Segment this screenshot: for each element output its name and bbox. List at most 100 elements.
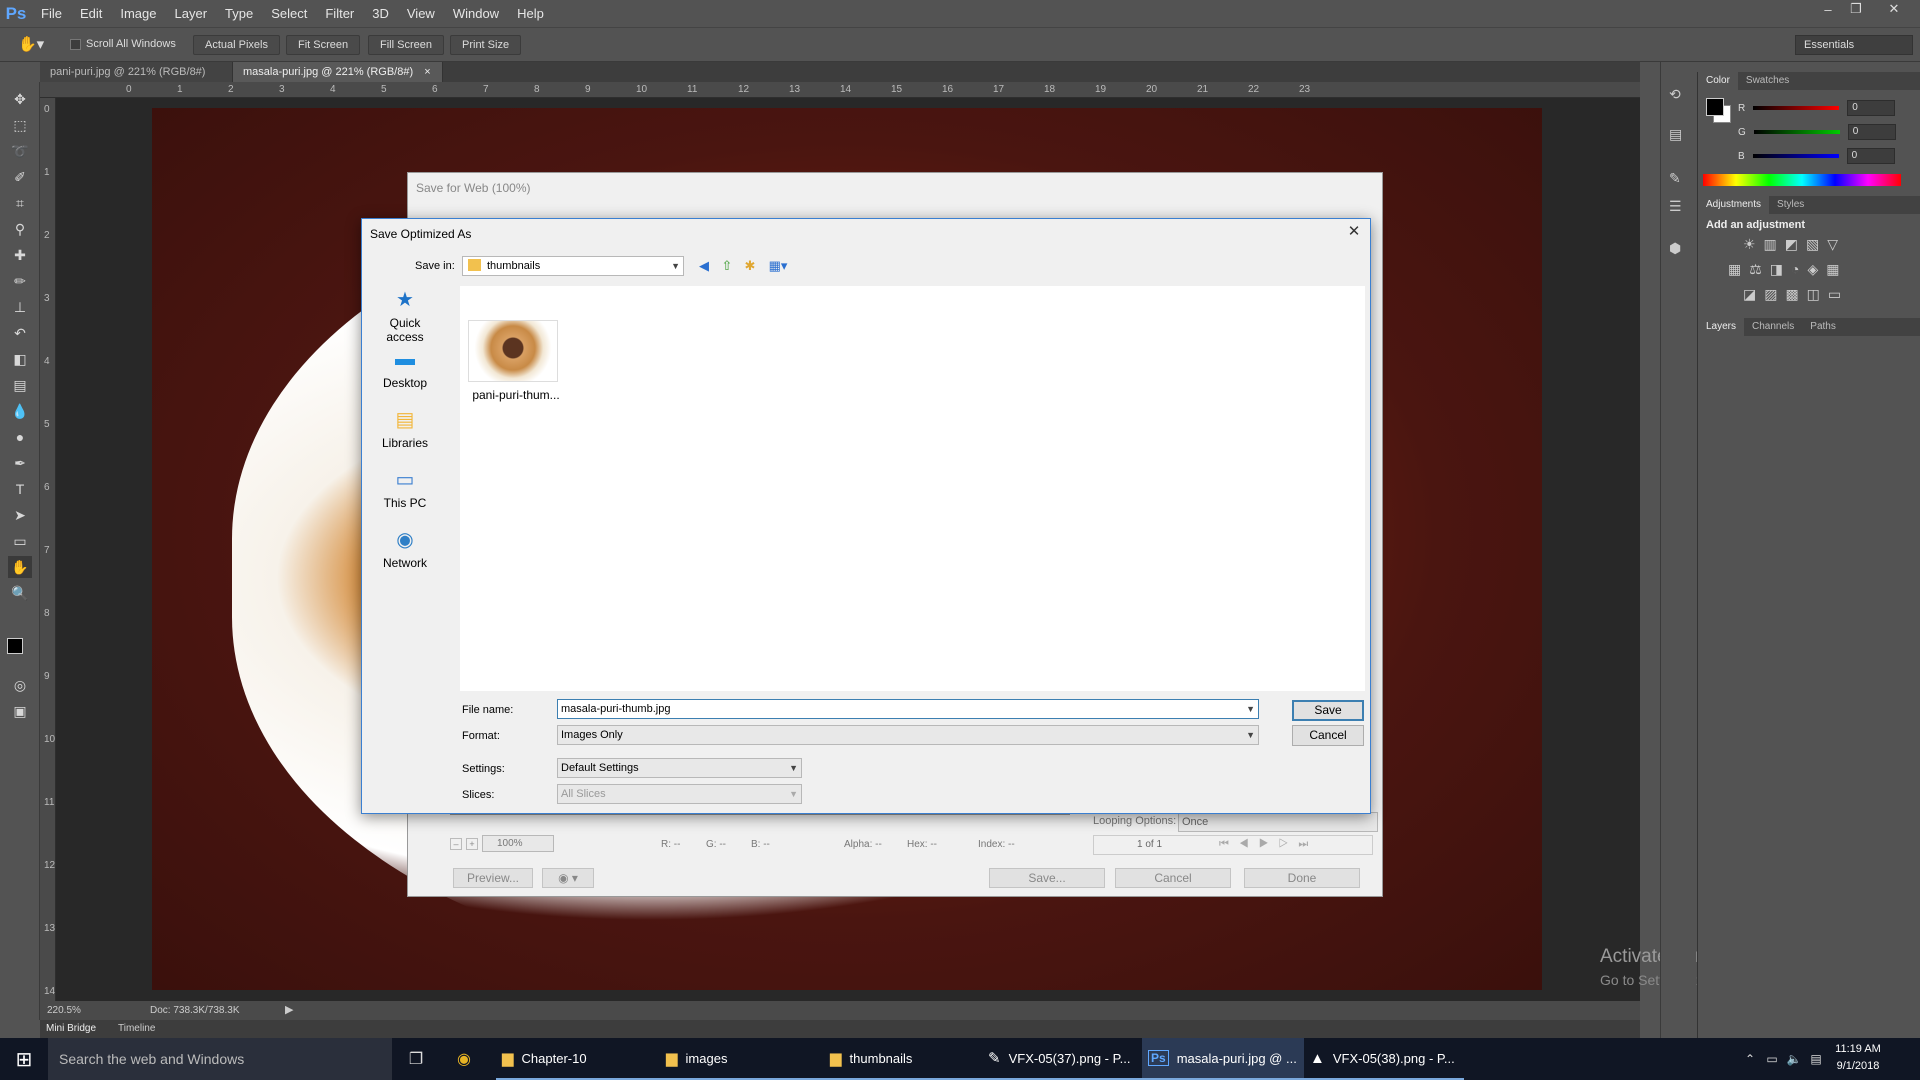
menu-image[interactable]: Image (111, 0, 165, 27)
taskbar-search-box[interactable]: Search the web and Windows (48, 1038, 392, 1080)
properties-panel-icon[interactable]: ▤ (1669, 126, 1682, 143)
zoom-tool-icon[interactable]: 🔍 (8, 582, 32, 604)
path-select-tool-icon[interactable]: ➤ (8, 504, 32, 526)
history-panel-icon[interactable]: ⟲ (1669, 86, 1681, 103)
tab-close-icon[interactable]: × (424, 66, 430, 78)
preview-button[interactable]: Preview... (453, 868, 533, 888)
green-slider[interactable] (1753, 130, 1840, 134)
chrome-icon[interactable]: ◉ (444, 1038, 484, 1080)
menu-window[interactable]: Window (444, 0, 508, 27)
menu-filter[interactable]: Filter (316, 0, 363, 27)
zoom-level-select[interactable]: 100% (482, 835, 554, 852)
history-brush-tool-icon[interactable]: ↶ (8, 322, 32, 344)
blue-slider[interactable] (1752, 154, 1839, 158)
taskbar-item-thumbnails[interactable]: ▆ thumbnails (824, 1038, 982, 1080)
browser-preview-button[interactable]: ◉ ▾ (542, 868, 594, 888)
tab-layers[interactable]: Layers (1698, 318, 1745, 336)
gradient-tool-icon[interactable]: ▤ (8, 374, 32, 396)
menu-layer[interactable]: Layer (166, 0, 217, 27)
taskbar-clock[interactable]: 11:19 AM 9/1/2018 (1828, 1041, 1888, 1075)
eyedropper-tool-icon[interactable]: ⚲ (8, 218, 32, 240)
move-tool-icon[interactable]: ✥ (8, 88, 32, 110)
place-this-pc[interactable]: ▭ This PC (370, 466, 440, 511)
file-item[interactable]: pani-puri-thum... (468, 320, 564, 402)
view-menu-icon[interactable]: ▦▾ (763, 257, 793, 275)
type-tool-icon[interactable]: T (8, 478, 32, 500)
place-quick-access[interactable]: ★ Quick access (370, 286, 440, 345)
taskbar-item-photoshop[interactable]: Ps masala-puri.jpg @ ... (1142, 1038, 1304, 1080)
notifications-icon[interactable]: ▤ (1806, 1038, 1826, 1080)
save-button[interactable]: Save (1292, 700, 1364, 721)
tab-swatches[interactable]: Swatches (1738, 72, 1797, 90)
restore-button[interactable]: ❐ (1842, 0, 1870, 18)
3d-panel-icon[interactable]: ⬢ (1669, 240, 1681, 257)
minimize-button[interactable]: – (1814, 0, 1842, 18)
format-select[interactable]: Images Only ▼ (557, 725, 1259, 745)
new-folder-icon[interactable]: ✱ (740, 257, 760, 275)
dialog-close-icon[interactable]: ✕ (1342, 222, 1366, 242)
menu-select[interactable]: Select (262, 0, 316, 27)
marquee-tool-icon[interactable]: ⬚ (8, 114, 32, 136)
brush-tool-icon[interactable]: ✏ (8, 270, 32, 292)
taskbar-item-images[interactable]: ▆ images (660, 1038, 824, 1080)
doc-size-readout[interactable]: Doc: 738.3K/738.3K (150, 1001, 240, 1020)
healing-brush-tool-icon[interactable]: ✚ (8, 244, 32, 266)
brush-panel-icon[interactable]: ✎ (1669, 170, 1681, 187)
green-value[interactable]: 0 (1847, 124, 1896, 140)
cancel-button[interactable]: Cancel (1292, 725, 1364, 746)
actual-pixels-button[interactable]: Actual Pixels (193, 35, 280, 55)
tab-channels[interactable]: Channels (1744, 318, 1802, 336)
screen-mode-icon[interactable]: ▣ (8, 700, 32, 722)
tab-adjustments[interactable]: Adjustments (1698, 196, 1770, 214)
settings-select[interactable]: Default Settings ▼ (557, 758, 802, 778)
print-size-button[interactable]: Print Size (450, 35, 522, 55)
shape-tool-icon[interactable]: ▭ (8, 530, 32, 552)
menu-type[interactable]: Type (216, 0, 262, 27)
eraser-tool-icon[interactable]: ◧ (8, 348, 32, 370)
sfw-save-button[interactable]: Save... (989, 868, 1105, 888)
red-value[interactable]: 0 (1847, 100, 1896, 116)
tab-styles[interactable]: Styles (1769, 196, 1812, 214)
status-arrow-icon[interactable]: ▶ (285, 1001, 293, 1020)
task-view-icon[interactable]: ❐ (396, 1038, 436, 1080)
crop-tool-icon[interactable]: ⌗ (8, 192, 32, 214)
fill-screen-button[interactable]: Fill Screen (368, 35, 444, 55)
foreground-color-swatch[interactable] (7, 638, 23, 654)
blue-value[interactable]: 0 (1846, 148, 1895, 164)
show-hidden-icons-icon[interactable]: ⌃ (1740, 1038, 1760, 1080)
menu-edit[interactable]: Edit (71, 0, 111, 27)
scroll-all-windows-checkbox[interactable] (70, 39, 81, 50)
dodge-tool-icon[interactable]: ● (8, 426, 32, 448)
red-slider[interactable] (1753, 106, 1840, 110)
menu-file[interactable]: File (32, 0, 71, 27)
workspace-select[interactable]: Essentials (1795, 35, 1913, 55)
fit-screen-button[interactable]: Fit Screen (286, 35, 361, 55)
doc-tab-pani-puri[interactable]: pani-puri.jpg @ 221% (RGB/8#) × (40, 62, 233, 98)
frame-nav-icons[interactable]: ⏮◀▶▷⏭ (1219, 838, 1318, 851)
menu-help[interactable]: Help (508, 0, 553, 27)
quick-select-tool-icon[interactable]: ✐ (8, 166, 32, 188)
tab-color[interactable]: Color (1698, 72, 1738, 90)
zoom-out-icon[interactable]: – (450, 838, 462, 850)
up-folder-icon[interactable]: ⇧ (717, 257, 737, 275)
network-status-icon[interactable]: ▭ (1762, 1038, 1782, 1080)
hand-tool-icon[interactable]: ✋ (8, 556, 32, 578)
zoom-in-icon[interactable]: + (466, 838, 478, 850)
tab-paths[interactable]: Paths (1802, 318, 1844, 336)
adjustment-icons-row-3[interactable]: ◪▨▩◫▭ (1698, 286, 1920, 303)
doc-tab-masala-puri[interactable]: masala-puri.jpg @ 221% (RGB/8#) × (233, 62, 443, 82)
adjustment-icons-row-2[interactable]: ▦⚖◨◔◈▦ (1698, 261, 1920, 278)
place-desktop[interactable]: ▬ Desktop (370, 346, 440, 391)
mini-bridge-tab[interactable]: Mini Bridge (46, 1020, 96, 1038)
adjustment-icons-row-1[interactable]: ☀▥◩▧▽ (1698, 236, 1920, 253)
volume-icon[interactable]: 🔈 (1784, 1038, 1804, 1080)
menu-view[interactable]: View (398, 0, 444, 27)
taskbar-item-vfx-05-37[interactable]: ✎ VFX-05(37).png - P... (982, 1038, 1142, 1080)
quick-mask-icon[interactable]: ◎ (8, 674, 32, 696)
place-libraries[interactable]: ▤ Libraries (370, 406, 440, 451)
clone-stamp-tool-icon[interactable]: ⊥ (8, 296, 32, 318)
sfw-done-button[interactable]: Done (1244, 868, 1360, 888)
file-name-input[interactable]: masala-puri-thumb.jpg ▼ (557, 699, 1259, 719)
brush-presets-icon[interactable]: ☰ (1669, 198, 1682, 215)
save-in-select[interactable]: thumbnails ▼ (462, 256, 684, 276)
